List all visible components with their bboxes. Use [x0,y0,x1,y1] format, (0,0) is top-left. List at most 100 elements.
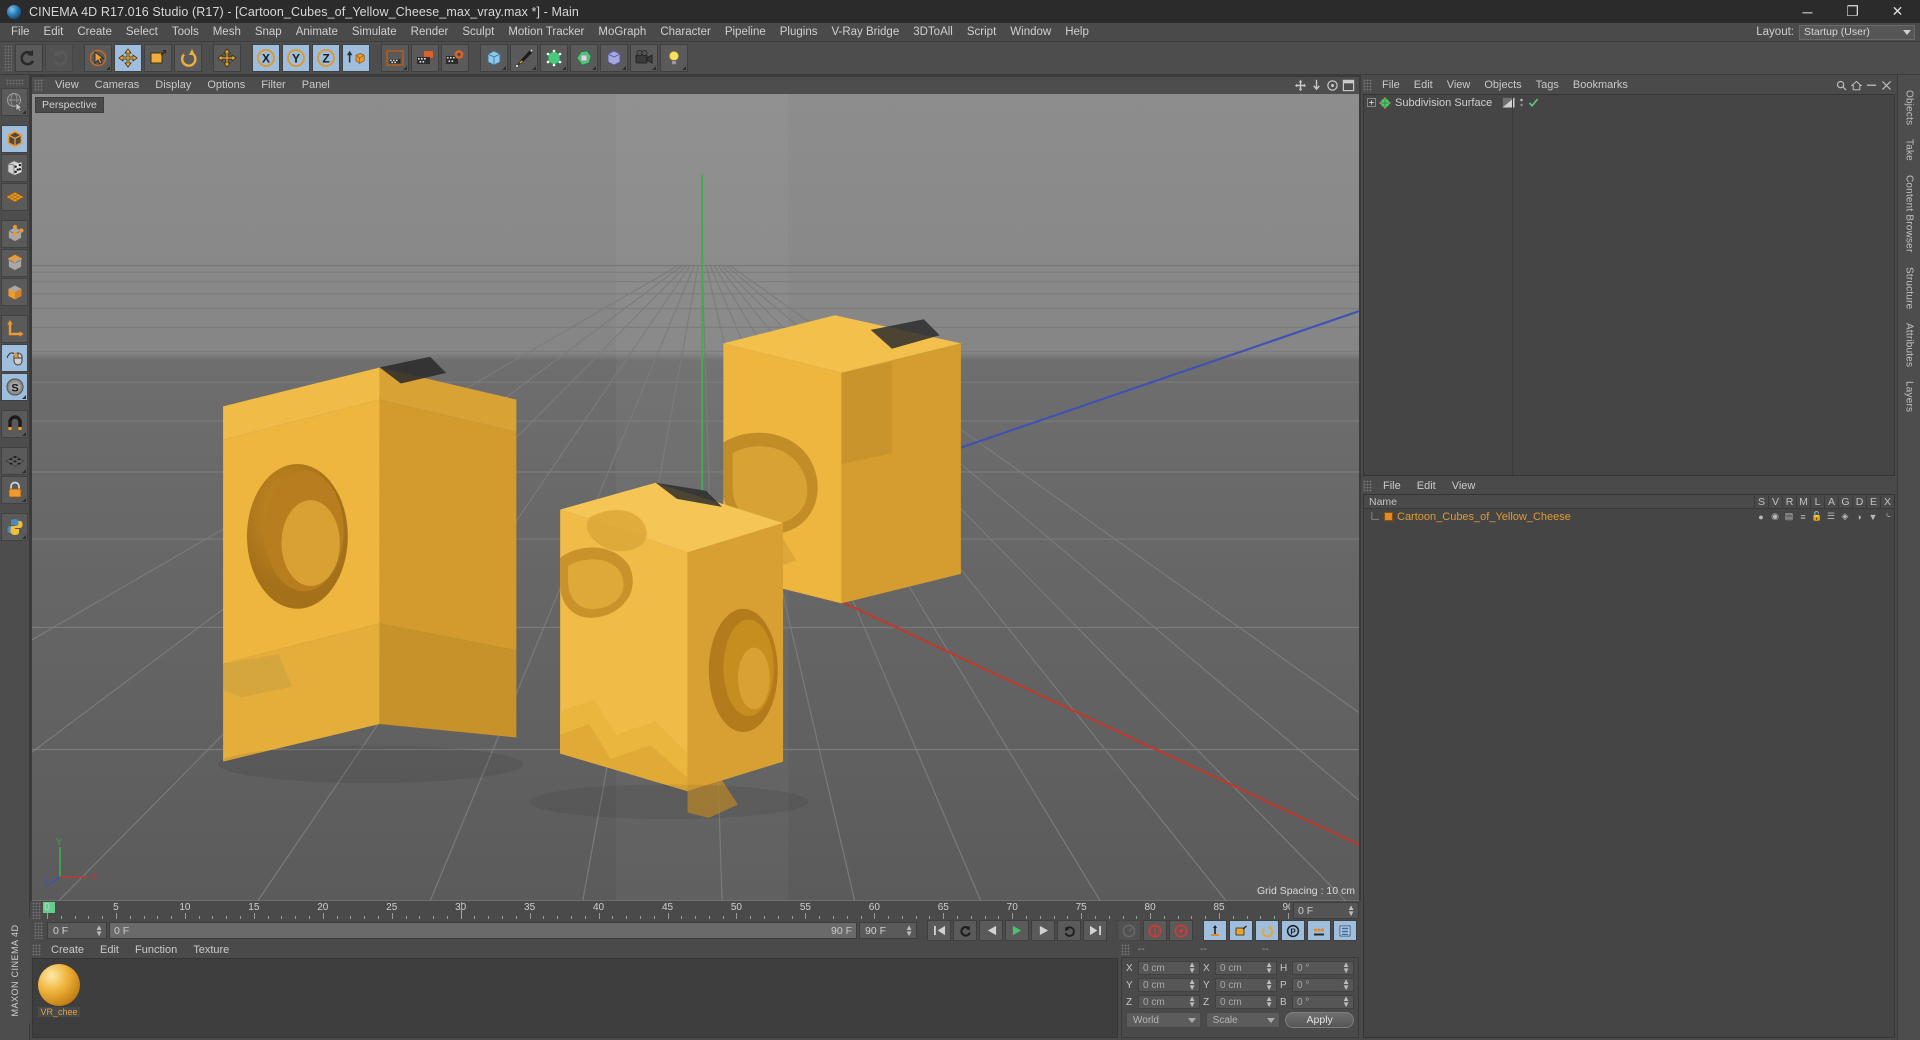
maximize-button[interactable]: ❐ [1830,0,1875,23]
workplane-button[interactable] [1,447,28,475]
model-mode-button[interactable] [1,125,28,153]
spinner-icon[interactable]: ▲ ▼ [1342,978,1350,992]
autokeying-button[interactable] [1143,920,1167,941]
play-backwards-button[interactable] [979,920,1003,941]
material-menu-texture[interactable]: Texture [185,944,237,956]
generator-icon[interactable]: ◈ [1838,511,1852,522]
attribute-menu-view[interactable]: View [1444,478,1484,494]
material-manager-grip[interactable] [32,944,41,956]
viewport-menu-options[interactable]: Options [199,77,253,94]
enabled-check-icon[interactable] [1528,97,1539,108]
position-key-button[interactable] [1203,920,1227,941]
add-light-button[interactable] [660,44,688,72]
deformer-icon[interactable]: ◑ [1852,512,1866,522]
rotation-b-field[interactable]: 0 ° ▲ ▼ [1292,995,1354,1009]
object-menu-view[interactable]: View [1440,77,1478,94]
attribute-list[interactable]: Name S V R M L A G D E X Cartoon_Cubes_o… [1363,494,1895,1038]
object-menu-objects[interactable]: Objects [1477,77,1528,94]
viewport-menu-view[interactable]: View [47,77,87,94]
redo-button[interactable] [45,44,73,72]
menu-item-help[interactable]: Help [1058,23,1096,42]
menu-item-mesh[interactable]: Mesh [206,23,248,42]
lock-workplane-button[interactable] [1,476,28,504]
timeline-grip[interactable] [32,902,41,919]
column-header-r[interactable]: R [1782,495,1796,508]
spinner-icon[interactable]: ▲ ▼ [1265,995,1273,1009]
size-y-field[interactable]: 0 cm ▲ ▼ [1215,978,1277,992]
tab-objects[interactable]: Objects [1904,83,1915,132]
lock-z-axis-button[interactable]: Z [312,44,340,72]
scale-tool-button[interactable] [144,44,172,72]
rotation-key-button[interactable] [1255,920,1279,941]
tab-structure[interactable]: Structure [1904,260,1915,316]
generators-button[interactable] [540,44,568,72]
attribute-menu-file[interactable]: File [1375,478,1409,494]
menu-item-sculpt[interactable]: Sculpt [455,23,501,42]
polygons-mode-button[interactable] [1,278,28,306]
go-to-end-button[interactable] [1083,920,1107,941]
menu-item-script[interactable]: Script [960,23,1003,42]
tab-attributes[interactable]: Attributes [1904,316,1915,374]
column-header-g[interactable]: G [1838,495,1852,508]
tab-take[interactable]: Take [1904,132,1915,168]
menu-item-3dtoall[interactable]: 3DToAll [906,23,960,42]
maximize-view-icon[interactable] [1342,79,1355,92]
viewport-solo-button[interactable]: S [1,373,28,401]
rotate-tool-button[interactable] [174,44,202,72]
material-list[interactable]: VR_chee [32,958,1118,1038]
xpresso-icon[interactable]: ⌎ [1880,511,1894,522]
point-level-anim-button[interactable] [1307,920,1331,941]
play-forward-button[interactable] [1005,920,1029,941]
animation-icon[interactable]: ☰ [1824,511,1838,522]
rotate-view-icon[interactable] [1326,79,1339,92]
spinner-icon[interactable]: ▲ ▼ [1265,961,1273,975]
spinner-icon[interactable]: ▲ ▼ [1188,978,1196,992]
column-header-a[interactable]: A [1824,495,1838,508]
left-toolbar-grip[interactable] [5,79,24,86]
object-menu-file[interactable]: File [1375,77,1407,94]
manager-icon[interactable]: ≡ [1796,512,1810,522]
scene-objects-button[interactable] [600,44,628,72]
render-region-button[interactable] [411,44,439,72]
expression-icon[interactable]: ▼ [1866,512,1880,522]
menu-item-character[interactable]: Character [653,23,718,42]
expand-icon[interactable] [1367,98,1376,107]
lock-icon[interactable]: 🔓 [1810,511,1824,522]
dolly-view-icon[interactable] [1310,79,1323,92]
attribute-menu-edit[interactable]: Edit [1409,478,1444,494]
start-frame-field[interactable]: 0 F ▲ ▼ [47,922,107,939]
viewport-3d[interactable]: Perspective Grid Spacing : 10 cm Y X Z [32,94,1359,901]
lock-y-axis-button[interactable]: Y [282,44,310,72]
timeline-ruler[interactable]: 051015202530354045505560657075808590 [43,902,1290,919]
axis-modify-button[interactable] [1,315,28,343]
timeline-current-frame-field[interactable]: 0 F ▲ ▼ [1293,902,1359,919]
material-item[interactable]: VR_chee [38,964,80,1017]
minimize-panel-icon[interactable] [1866,80,1877,91]
menu-item-edit[interactable]: Edit [37,23,71,42]
object-tree[interactable]: Subdivision Surface [1363,94,1895,476]
column-header-e[interactable]: E [1866,495,1880,508]
animation-layers-button[interactable] [1333,920,1357,941]
enable-axis-button[interactable] [1,344,28,372]
scale-key-button[interactable] [1229,920,1253,941]
add-camera-button[interactable] [630,44,658,72]
visibility-icon[interactable]: ◉ [1768,511,1782,522]
column-header-v[interactable]: V [1768,495,1782,508]
menu-item-animate[interactable]: Animate [289,23,345,42]
transform-mode-dropdown[interactable]: Scale [1205,1012,1281,1028]
column-header-d[interactable]: D [1852,495,1866,508]
size-z-field[interactable]: 0 cm ▲ ▼ [1215,995,1277,1009]
loop-button[interactable] [1057,920,1081,941]
spinner-icon[interactable]: ▲ ▼ [905,923,913,937]
rotation-h-field[interactable]: 0 ° ▲ ▼ [1292,961,1354,975]
uv-mode-button[interactable] [1,183,28,211]
tab-content-browser[interactable]: Content Browser [1904,168,1915,259]
live-selection-button[interactable] [1,88,28,116]
python-button[interactable] [1,513,28,541]
playback-grip[interactable] [34,922,43,939]
deformers-button[interactable] [570,44,598,72]
select-tool-button[interactable] [84,44,112,72]
position-x-field[interactable]: 0 cm ▲ ▼ [1138,961,1200,975]
apply-button[interactable]: Apply [1285,1012,1355,1028]
go-to-start-button[interactable] [927,920,951,941]
